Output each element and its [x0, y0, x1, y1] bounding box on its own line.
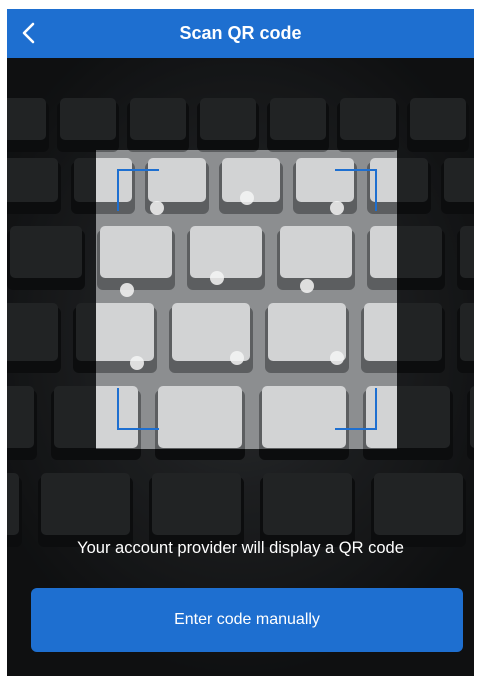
key-glyph-blur [240, 191, 254, 205]
scan-frame-corner-top-left [117, 169, 159, 211]
keyboard-key-shadow [128, 150, 188, 152]
keyboard-key-shadow [198, 150, 258, 152]
scan-frame-corner-top-right [335, 169, 377, 211]
key-glyph-blur [230, 351, 244, 365]
keyboard-key [262, 386, 346, 448]
key-glyph-blur [330, 351, 344, 365]
key-glyph-blur [300, 279, 314, 293]
app-header: Scan QR code [7, 9, 474, 58]
key-glyph-blur [130, 356, 144, 370]
keyboard-key [96, 303, 154, 361]
scan-instruction-text: Your account provider will display a QR … [77, 539, 404, 557]
key-glyph-blur [210, 271, 224, 285]
keyboard-key [158, 386, 242, 448]
keyboard-key [280, 226, 352, 278]
scan-qr-screen: Scan QR code Your account provider will … [7, 9, 474, 676]
enter-code-manually-button[interactable]: Enter code manually [31, 588, 463, 652]
key-glyph-blur [120, 283, 134, 297]
keyboard-key-shadow [96, 150, 118, 152]
page-title: Scan QR code [179, 23, 302, 43]
keyboard-key [190, 226, 262, 278]
camera-preview [7, 58, 474, 676]
keyboard-key-shadow [268, 150, 328, 152]
keyboard-key [370, 226, 397, 278]
keyboard-key [364, 303, 397, 361]
keyboard-key-shadow [338, 150, 397, 152]
scan-frame-corner-bottom-right [335, 388, 377, 430]
keyboard-key [100, 226, 172, 278]
scan-frame-corner-bottom-left [117, 388, 159, 430]
